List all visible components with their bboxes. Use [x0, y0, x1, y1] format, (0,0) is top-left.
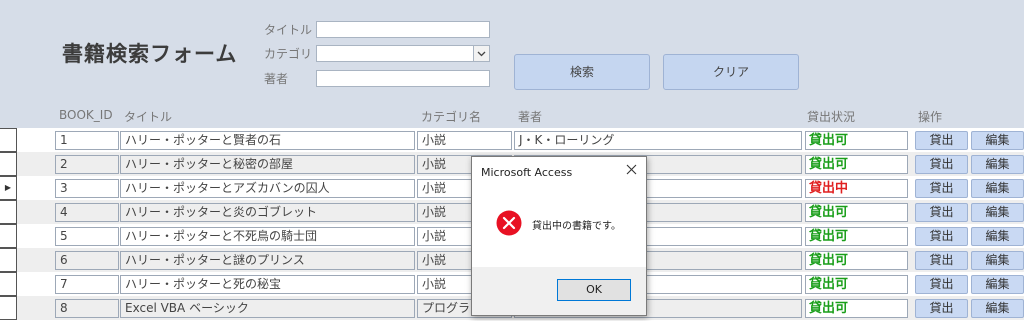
dialog-footer: OK [472, 267, 646, 315]
record-selector[interactable] [0, 296, 17, 320]
title-cell[interactable]: ハリー・ポッターと賢者の石 [120, 131, 415, 150]
title-cell[interactable]: ハリー・ポッターとアズカバンの囚人 [120, 179, 415, 198]
edit-button[interactable]: 編集 [971, 227, 1024, 246]
author-cell[interactable]: J・K・ローリング [514, 131, 802, 150]
record-selector[interactable] [0, 272, 17, 296]
column-header-title: タイトル [124, 110, 173, 124]
search-header: 書籍検索フォーム タイトル カテゴリ 著者 検索 クリア BOOK_ID タイト… [0, 0, 1024, 128]
status-cell[interactable]: 貸出可 [805, 131, 908, 150]
status-cell[interactable]: 貸出中 [805, 179, 908, 198]
edit-button[interactable]: 編集 [971, 131, 1024, 150]
status-cell[interactable]: 貸出可 [805, 275, 908, 294]
lend-button[interactable]: 貸出 [915, 155, 968, 174]
edit-button[interactable]: 編集 [971, 155, 1024, 174]
status-cell[interactable]: 貸出可 [805, 227, 908, 246]
dialog-message: 貸出中の書籍です。 [532, 221, 621, 232]
title-label: タイトル [264, 23, 313, 37]
edit-button[interactable]: 編集 [971, 275, 1024, 294]
category-cell[interactable]: 小説 [417, 131, 512, 150]
column-header-book-id: BOOK_ID [59, 108, 113, 122]
column-header-status: 貸出状況 [807, 110, 856, 124]
book-id-cell[interactable]: 4 [55, 203, 119, 222]
triangle-right-icon: ▶ [4, 183, 12, 192]
search-button[interactable]: 検索 [514, 54, 650, 90]
title-cell[interactable]: Excel VBA ベーシック [120, 299, 415, 318]
book-id-cell[interactable]: 8 [55, 299, 119, 318]
record-selector[interactable]: ▶ [0, 176, 17, 200]
error-icon [496, 210, 522, 236]
title-cell[interactable]: ハリー・ポッターと謎のプリンス [120, 251, 415, 270]
column-header-category: カテゴリ名 [421, 110, 482, 124]
book-id-cell[interactable]: 5 [55, 227, 119, 246]
lend-button[interactable]: 貸出 [915, 131, 968, 150]
edit-button[interactable]: 編集 [971, 203, 1024, 222]
title-cell[interactable]: ハリー・ポッターと死の秘宝 [120, 275, 415, 294]
book-id-cell[interactable]: 1 [55, 131, 119, 150]
record-selector[interactable] [0, 224, 17, 248]
table-row: 1 ハリー・ポッターと賢者の石 小説 J・K・ローリング 貸出可 貸出 編集 [0, 128, 1024, 152]
message-dialog: Microsoft Access 貸出中の書籍です。 OK [471, 156, 647, 316]
title-cell[interactable]: ハリー・ポッターと秘密の部屋 [120, 155, 415, 174]
clear-button[interactable]: クリア [663, 54, 799, 90]
book-id-cell[interactable]: 7 [55, 275, 119, 294]
ok-button[interactable]: OK [557, 279, 631, 301]
status-cell[interactable]: 貸出可 [805, 203, 908, 222]
record-selector[interactable] [0, 152, 17, 176]
close-icon[interactable] [626, 163, 637, 179]
chevron-down-icon[interactable] [473, 46, 489, 61]
edit-button[interactable]: 編集 [971, 299, 1024, 318]
lend-button[interactable]: 貸出 [915, 227, 968, 246]
title-search-input[interactable] [316, 21, 490, 38]
status-cell[interactable]: 貸出可 [805, 155, 908, 174]
edit-button[interactable]: 編集 [971, 179, 1024, 198]
lend-button[interactable]: 貸出 [915, 179, 968, 198]
edit-button[interactable]: 編集 [971, 251, 1024, 270]
lend-button[interactable]: 貸出 [915, 275, 968, 294]
category-label: カテゴリ [264, 47, 313, 61]
form-title: 書籍検索フォーム [62, 42, 238, 66]
record-selector[interactable] [0, 248, 17, 272]
title-cell[interactable]: ハリー・ポッターと不死鳥の騎士団 [120, 227, 415, 246]
book-id-cell[interactable]: 2 [55, 155, 119, 174]
book-id-cell[interactable]: 3 [55, 179, 119, 198]
record-selector[interactable] [0, 128, 17, 152]
column-header-author: 著者 [518, 110, 543, 124]
category-combo[interactable] [316, 45, 490, 62]
status-cell[interactable]: 貸出可 [805, 299, 908, 318]
author-search-input[interactable] [316, 70, 490, 87]
dialog-title: Microsoft Access [481, 166, 573, 179]
lend-button[interactable]: 貸出 [915, 203, 968, 222]
record-selector[interactable] [0, 200, 17, 224]
status-cell[interactable]: 貸出可 [805, 251, 908, 270]
lend-button[interactable]: 貸出 [915, 251, 968, 270]
title-cell[interactable]: ハリー・ポッターと炎のゴブレット [120, 203, 415, 222]
column-header-action: 操作 [918, 110, 943, 124]
lend-button[interactable]: 貸出 [915, 299, 968, 318]
author-label: 著者 [264, 72, 289, 86]
book-id-cell[interactable]: 6 [55, 251, 119, 270]
